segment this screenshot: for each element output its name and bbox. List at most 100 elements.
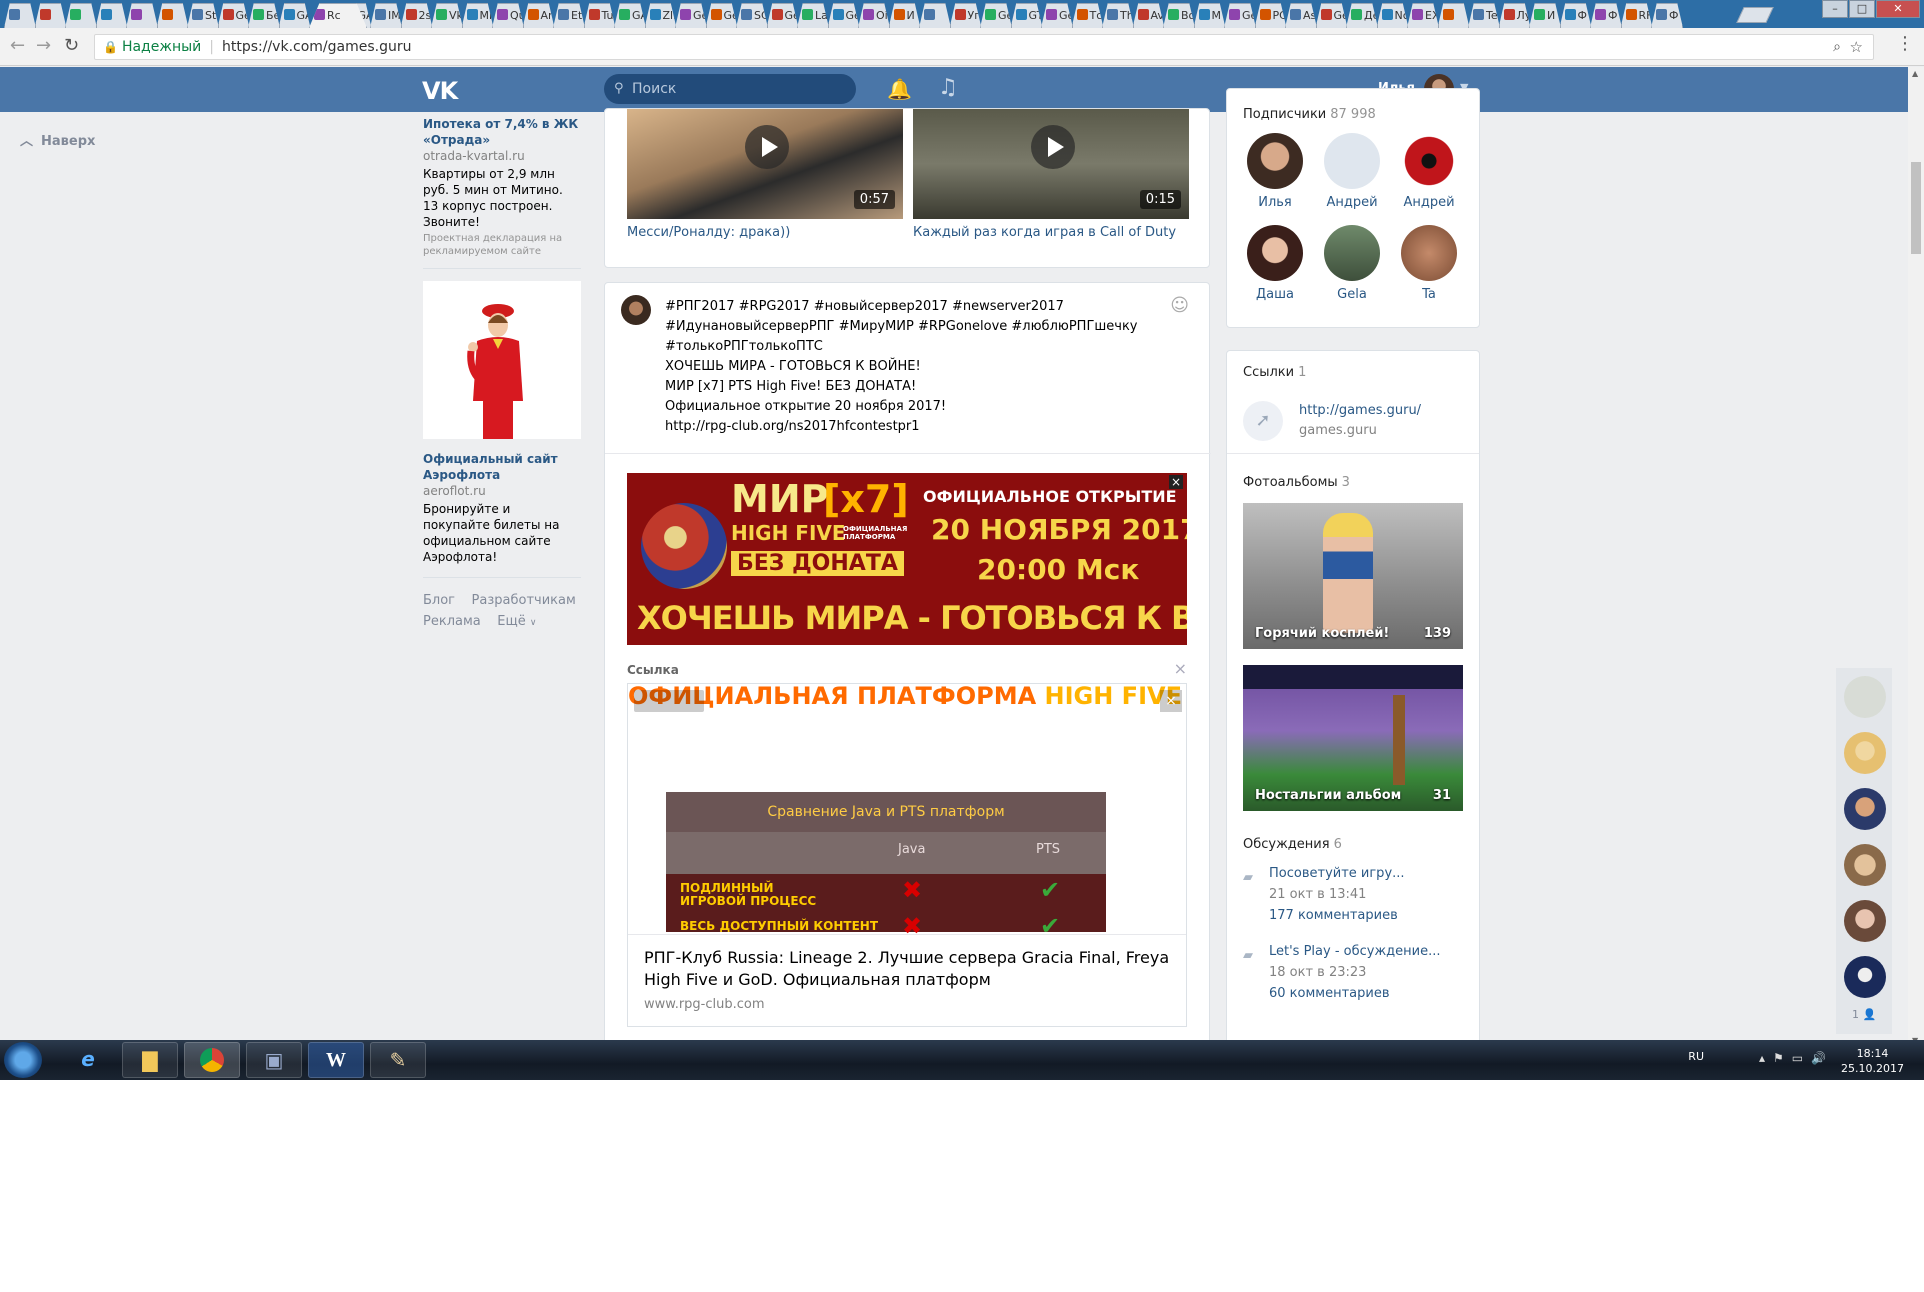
albums-header[interactable]: Фотоальбомы 3 xyxy=(1243,475,1350,490)
ad-image-stewardess[interactable] xyxy=(423,281,581,439)
browser-tab[interactable]: As xyxy=(1285,3,1317,28)
browser-tab[interactable]: RF xyxy=(1620,3,1653,28)
browser-tab[interactable]: PC xyxy=(1254,3,1287,28)
bookmark-star-icon[interactable]: ☆ xyxy=(1850,35,1863,59)
file-explorer-icon[interactable]: ▇ xyxy=(122,1042,178,1078)
maximize-button[interactable]: □ xyxy=(1849,0,1875,18)
link-developers[interactable]: Разработчикам xyxy=(472,593,576,608)
subscriber-item[interactable]: Gela xyxy=(1322,225,1382,302)
browser-tab[interactable]: Zll xyxy=(644,3,677,28)
browser-tab[interactable]: Де xyxy=(1346,3,1378,28)
browser-tab[interactable]: Ge xyxy=(675,3,707,28)
discussion-comments[interactable]: 60 комментариев xyxy=(1269,983,1441,1004)
play-icon[interactable] xyxy=(1031,125,1075,169)
subscribers-header[interactable]: Подписчики 87 998 xyxy=(1243,107,1376,122)
browser-tab[interactable]: IM xyxy=(370,3,402,28)
browser-tab[interactable]: Ge xyxy=(1041,3,1073,28)
browser-tab[interactable] xyxy=(34,3,67,28)
browser-tab[interactable]: И xyxy=(888,3,921,28)
subscriber-item[interactable]: Андрей xyxy=(1399,133,1459,210)
discussion-title[interactable]: Let's Play - обсуждение... xyxy=(1269,941,1441,962)
ad-title[interactable]: Ипотека от 7,4% в ЖК «Отрада» xyxy=(423,116,581,148)
emoji-icon[interactable]: ☺ xyxy=(1170,295,1189,316)
browser-tab[interactable]: St xyxy=(187,3,219,28)
language-indicator[interactable]: RU xyxy=(1688,1050,1704,1063)
subscriber-item[interactable]: Андрей xyxy=(1322,133,1382,210)
discussion-item[interactable]: ▰ Посоветуйте игру... 21 окт в 13:41 177… xyxy=(1243,863,1405,926)
browser-tab[interactable]: GT xyxy=(1010,3,1043,28)
browser-tab[interactable] xyxy=(1437,3,1470,28)
back-arrow-icon[interactable]: ← xyxy=(10,36,25,56)
video-title[interactable]: Месси/Роналду: драка)) xyxy=(627,225,790,240)
video-title[interactable]: Каждый раз когда играя в Call of Duty xyxy=(913,225,1176,240)
browser-tab[interactable]: Бе xyxy=(248,3,280,28)
link-blog[interactable]: Блог xyxy=(423,593,455,608)
browser-tab[interactable]: Во xyxy=(1163,3,1195,28)
browser-tab[interactable]: Ge xyxy=(705,3,738,28)
browser-tab[interactable]: Qu xyxy=(492,3,524,28)
close-window-button[interactable]: ✕ xyxy=(1876,0,1920,18)
avatar[interactable] xyxy=(1844,844,1886,886)
browser-tab[interactable]: GA xyxy=(278,3,311,28)
music-note-icon[interactable]: ♫ xyxy=(938,75,958,100)
bell-icon[interactable]: 🔔 xyxy=(887,77,912,101)
browser-tab[interactable] xyxy=(65,3,97,28)
start-button[interactable] xyxy=(4,1042,42,1078)
preview-nav-overlay[interactable] xyxy=(634,690,704,712)
browser-tab[interactable] xyxy=(126,3,158,28)
browser-tab[interactable]: Oi xyxy=(858,3,890,28)
page-scrollbar[interactable]: ▲ ▼ xyxy=(1908,67,1924,1047)
avatar[interactable] xyxy=(1844,732,1886,774)
close-icon[interactable]: × xyxy=(1169,475,1183,489)
browser-tab[interactable]: Av xyxy=(1132,3,1165,28)
discussion-title[interactable]: Посоветуйте игру... xyxy=(1269,863,1405,884)
network-app-icon[interactable]: ▣ xyxy=(246,1042,302,1078)
browser-tab[interactable]: Ge xyxy=(980,3,1012,28)
minimize-button[interactable]: – xyxy=(1822,0,1848,18)
word-icon[interactable]: W xyxy=(308,1042,364,1078)
play-icon[interactable] xyxy=(745,125,789,169)
browser-tab[interactable]: Vk xyxy=(431,3,463,28)
browser-tab[interactable]: SC xyxy=(736,3,768,28)
browser-tab[interactable] xyxy=(156,3,189,28)
link-url[interactable]: http://games.guru/ xyxy=(1299,401,1421,421)
browser-tab[interactable]: GA xyxy=(614,3,646,28)
browser-tab[interactable]: Ф xyxy=(1559,3,1592,28)
new-tab-button[interactable] xyxy=(1736,7,1774,23)
avatar[interactable] xyxy=(1844,956,1886,998)
browser-tab[interactable]: Ge xyxy=(766,3,799,28)
online-count[interactable]: 1 👤 xyxy=(1852,1008,1876,1021)
album-item[interactable]: Горячий косплей! 139 xyxy=(1243,503,1463,649)
avatar[interactable] xyxy=(1844,788,1886,830)
preview-footer[interactable]: РПГ-Клуб Russia: Lineage 2. Лучшие серве… xyxy=(628,934,1186,1026)
browser-tab[interactable]: Et xyxy=(553,3,585,28)
link-ads[interactable]: Реклама xyxy=(423,614,481,629)
forward-arrow-icon[interactable]: → xyxy=(36,36,51,56)
ad-block-aeroflot[interactable]: Официальный сайт Аэрофлота aeroflot.ru Б… xyxy=(423,281,581,565)
discussions-header[interactable]: Обсуждения 6 xyxy=(1243,837,1342,852)
search-input[interactable]: ⚲ Поиск xyxy=(604,74,856,104)
subscriber-item[interactable]: Ta xyxy=(1399,225,1459,302)
paint-icon[interactable]: ✎ xyxy=(370,1042,426,1078)
subscriber-item[interactable]: Илья xyxy=(1245,133,1305,210)
scroll-up-arrow-icon[interactable]: ▲ xyxy=(1912,69,1918,78)
browser-tab[interactable] xyxy=(919,3,951,28)
clock[interactable]: 18:14 25.10.2017 xyxy=(1841,1046,1904,1076)
menu-dots-icon[interactable]: ⋮ xyxy=(1896,34,1914,54)
discussion-comments[interactable]: 177 комментариев xyxy=(1269,905,1405,926)
post-text-input[interactable]: #РПГ2017 #RPG2017 #новыйсервер2017 #news… xyxy=(665,297,1155,437)
browser-tab[interactable]: Лу xyxy=(1498,3,1531,28)
browser-tab[interactable]: И xyxy=(1529,3,1561,28)
zoom-icon[interactable]: ⌕ xyxy=(1833,35,1841,59)
avatar[interactable] xyxy=(1844,900,1886,942)
subscriber-item[interactable]: Даша xyxy=(1245,225,1305,302)
browser-tab[interactable]: La xyxy=(797,3,829,28)
browser-tab[interactable]: Тс xyxy=(1071,3,1104,28)
browser-tab[interactable]: Mi xyxy=(461,3,494,28)
browser-tab[interactable]: M xyxy=(1193,3,1226,28)
album-item[interactable]: Ностальгии альбом 31 xyxy=(1243,665,1463,811)
browser-tab[interactable]: Уг xyxy=(949,3,982,28)
browser-tab[interactable]: Nc xyxy=(1376,3,1409,28)
browser-tab[interactable]: Ge xyxy=(1315,3,1348,28)
browser-tab[interactable]: Th xyxy=(1102,3,1134,28)
